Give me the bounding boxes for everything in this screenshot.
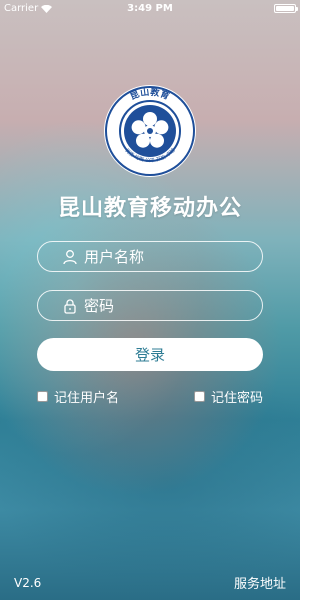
kunshan-education-logo: 昆山教育 优质 均衡 公平 开放 卓越 <box>102 83 198 179</box>
login-button[interactable]: 登录 <box>37 338 263 371</box>
status-bar: Carrier 3:49 PM <box>0 0 300 18</box>
password-field[interactable] <box>37 290 278 321</box>
checkbox-box[interactable] <box>37 391 48 402</box>
remember-password-checkbox[interactable]: 记住密码 <box>194 387 263 406</box>
battery-icon <box>274 4 298 13</box>
remember-password-label: 记住密码 <box>211 391 264 406</box>
user-icon <box>62 249 78 265</box>
checkbox-box[interactable] <box>194 391 205 402</box>
version-label: V2.6 <box>14 576 42 590</box>
username-input[interactable] <box>84 247 278 266</box>
lock-icon <box>62 298 78 314</box>
service-address-link[interactable]: 服务地址 <box>234 573 286 592</box>
status-time: 3:49 PM <box>127 3 173 14</box>
app-title: 昆山教育移动办公 <box>57 195 242 221</box>
password-input[interactable] <box>84 296 278 315</box>
username-field[interactable] <box>37 241 278 272</box>
remember-username-label: 记住用户名 <box>54 391 120 406</box>
remember-username-checkbox[interactable]: 记住用户名 <box>37 387 119 406</box>
